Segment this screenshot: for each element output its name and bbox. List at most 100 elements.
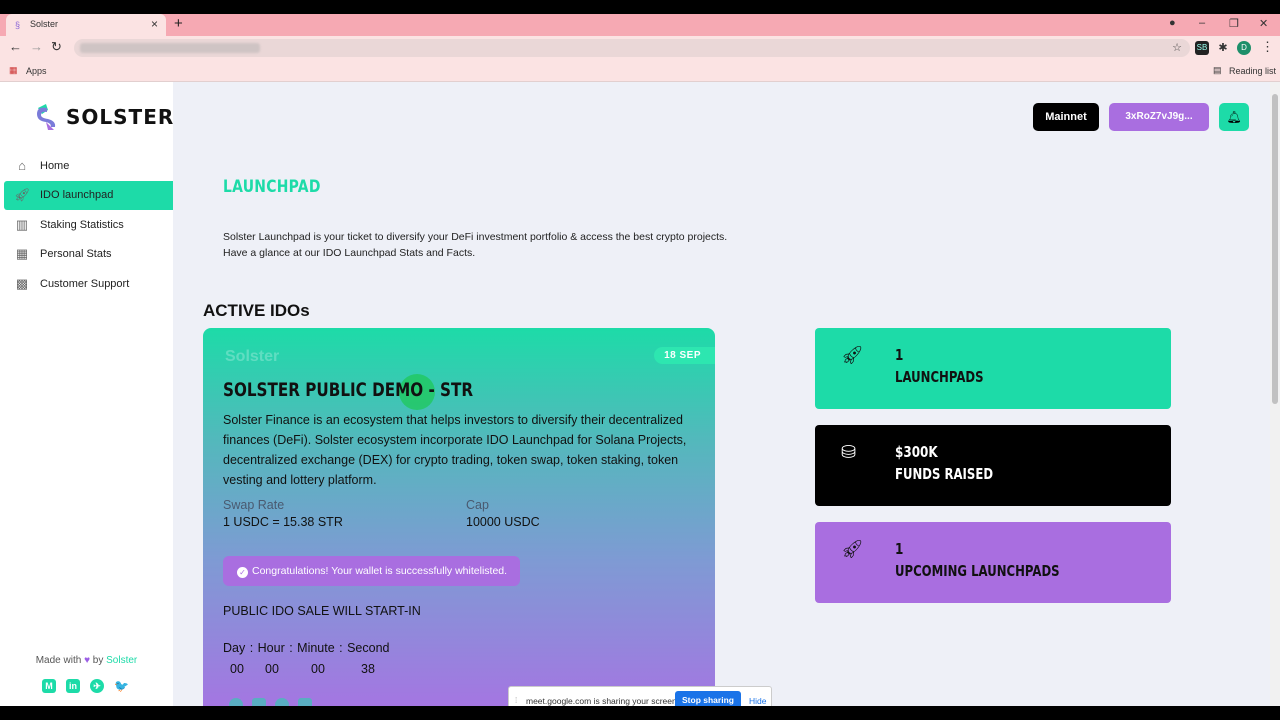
linkedin-icon[interactable]: in xyxy=(66,679,80,693)
apps-link[interactable]: Apps xyxy=(26,66,47,76)
telegram-icon[interactable] xyxy=(275,698,289,706)
sidebar: SOLSTER ⌂ Home 🚀︎ IDO launchpad ▥ Stakin… xyxy=(0,82,173,706)
notice-text: Congratulations! Your wallet is successf… xyxy=(252,565,508,577)
puzzle-extensions-icon[interactable]: ✱ xyxy=(1216,41,1230,55)
notification-bell-button[interactable]: 🔔︎ xyxy=(1219,103,1249,131)
extension-icon[interactable]: SB xyxy=(1195,41,1209,55)
medium-icon[interactable]: M xyxy=(42,679,56,693)
countdown-day: 00 xyxy=(230,662,244,676)
sidebar-item-label: IDO launchpad xyxy=(40,189,114,202)
reading-list-icon[interactable]: ▤ xyxy=(1213,65,1222,76)
check-circle-icon: ✓ xyxy=(237,567,248,578)
stat-number: 1 xyxy=(895,540,904,558)
solster-favicon-icon: § xyxy=(15,20,21,30)
scrollbar-thumb[interactable] xyxy=(1272,94,1278,404)
by-text: by xyxy=(92,655,104,666)
page-title: LAUNCHPAD xyxy=(223,177,321,197)
reload-icon[interactable]: ↻ xyxy=(51,39,62,55)
stat-number: $300K xyxy=(895,443,938,461)
solster-logo-icon xyxy=(37,104,56,130)
sale-start-text: PUBLIC IDO SALE WILL START-IN xyxy=(223,604,421,618)
wallet-address-button[interactable]: 3xRoZ7vJ9g... xyxy=(1109,103,1209,131)
whitelist-notice: ✓ Congratulations! Your wallet is success… xyxy=(223,556,520,586)
stat-card-upcoming-launchpads: 🚀︎ 1 UPCOMING LAUNCHPADS xyxy=(815,522,1171,603)
tab-title: Solster xyxy=(30,19,59,29)
home-icon: ⌂ xyxy=(18,157,26,173)
ido-description: Solster Finance is an ecosystem that hel… xyxy=(223,413,687,487)
solster-link[interactable]: Solster xyxy=(106,655,137,666)
document-icon[interactable] xyxy=(252,698,266,706)
stat-number: 1 xyxy=(895,346,904,364)
drag-handle-icon[interactable]: ⁞ xyxy=(515,696,517,705)
countdown-hour: 00 xyxy=(265,662,279,676)
cap-value: 10000 USDC xyxy=(466,515,540,529)
stat-caption: LAUNCHPADS xyxy=(895,368,984,386)
globe-icon[interactable] xyxy=(229,698,243,706)
tab-close-icon[interactable]: × xyxy=(151,17,158,31)
solster-logo[interactable]: SOLSTER xyxy=(34,102,174,132)
sidebar-item-label: Home xyxy=(40,159,70,172)
card-watermark-logo: Solster xyxy=(225,348,280,365)
sidebar-item-label: Customer Support xyxy=(40,277,130,290)
made-with-credit: Made with ♥ by Solster xyxy=(0,655,173,666)
profile-avatar[interactable]: D xyxy=(1237,41,1251,55)
hide-link[interactable]: Hide xyxy=(749,696,766,706)
rocket-icon: 🚀︎ xyxy=(841,539,864,559)
coins-icon: ⛁ xyxy=(841,442,857,462)
bookmarks-bar: ▦ Apps ▤ Reading list xyxy=(0,60,1280,82)
heart-icon: ♥ xyxy=(84,655,91,666)
support-icon: ▩ xyxy=(15,275,29,291)
screen-share-bar: ⁞ meet.google.com is sharing your screen… xyxy=(508,686,772,706)
sidebar-item-staking-statistics[interactable]: ▥ Staking Statistics xyxy=(4,210,173,240)
bookmark-star-icon[interactable]: ☆ xyxy=(1172,41,1182,54)
stat-card-launchpads: 🚀︎ 1 LAUNCHPADS xyxy=(815,328,1171,409)
swap-rate-label: Swap Rate xyxy=(223,498,285,512)
share-message: meet.google.com is sharing your screen. xyxy=(526,696,680,706)
address-bar[interactable]: ☆ xyxy=(74,39,1190,57)
chart-icon: ▥ xyxy=(15,216,29,232)
sidebar-nav: ⌂ Home 🚀︎ IDO launchpad ▥ Staking Statis… xyxy=(4,151,173,299)
browser-toolbar: ← → ↻ ☆ SB ✱ D ⋮ xyxy=(0,36,1280,60)
ido-title[interactable]: SOLSTER PUBLIC DEMO - STR xyxy=(223,379,473,401)
sidebar-item-label: Staking Statistics xyxy=(40,218,124,231)
reading-list-link[interactable]: Reading list xyxy=(1229,66,1276,76)
intro-text: Solster Launchpad is your ticket to dive… xyxy=(223,229,763,261)
swap-rate-value: 1 USDC = 15.38 STR xyxy=(223,515,343,529)
bell-icon: 🔔︎ xyxy=(1226,110,1242,124)
app-page: SOLSTER ⌂ Home 🚀︎ IDO launchpad ▥ Stakin… xyxy=(0,82,1280,706)
sidebar-item-personal-stats[interactable]: ▦ Personal Stats xyxy=(4,240,173,270)
stat-caption: UPCOMING LAUNCHPADS xyxy=(895,562,1060,580)
sidebar-item-home[interactable]: ⌂ Home xyxy=(4,151,173,181)
telegram-icon[interactable]: ✈ xyxy=(90,679,104,693)
sidebar-item-customer-support[interactable]: ▩ Customer Support xyxy=(4,269,173,299)
twitter-icon[interactable]: 🐦 xyxy=(114,679,129,693)
stats-icon: ▦ xyxy=(15,246,29,262)
stat-card-funds-raised: ⛁ $300K FUNDS RAISED xyxy=(815,425,1171,506)
minimize-icon[interactable]: – xyxy=(1199,17,1205,29)
countdown-second: 38 xyxy=(361,662,375,676)
card-social-icons xyxy=(229,698,312,706)
brand-name: SOLSTER xyxy=(66,105,175,129)
made-with-text: Made with xyxy=(35,655,82,666)
browser-tab[interactable]: § Solster × xyxy=(6,14,166,36)
stat-caption: FUNDS RAISED xyxy=(895,465,994,483)
apps-grid-icon[interactable]: ▦ xyxy=(9,65,18,76)
window-close-icon[interactable]: ✕ xyxy=(1259,17,1268,30)
back-icon[interactable]: ← xyxy=(9,39,22,54)
network-button[interactable]: Mainnet xyxy=(1033,103,1099,131)
forward-icon[interactable]: → xyxy=(30,39,43,54)
media-control-icon[interactable]: ● xyxy=(1169,17,1176,29)
menu-kebab-icon[interactable]: ⋮ xyxy=(1261,39,1274,55)
countdown-header: Day : Hour : Minute : Second xyxy=(223,641,390,655)
ido-card[interactable]: Solster 18 SEP SOLSTER PUBLIC DEMO - STR… xyxy=(203,328,715,706)
stop-sharing-button[interactable]: Stop sharing xyxy=(675,691,741,706)
new-tab-button[interactable]: + xyxy=(174,15,183,32)
tab-bar: § Solster × + ● – ❐ ✕ xyxy=(0,14,1280,36)
sidebar-item-ido-launchpad[interactable]: 🚀︎ IDO launchpad xyxy=(4,180,173,210)
sidebar-item-label: Personal Stats xyxy=(40,248,112,261)
page-scrollbar[interactable] xyxy=(1270,82,1280,706)
medium-icon[interactable] xyxy=(298,698,312,706)
blurred-url xyxy=(80,43,260,53)
cap-label: Cap xyxy=(466,498,489,512)
restore-icon[interactable]: ❐ xyxy=(1229,17,1239,30)
